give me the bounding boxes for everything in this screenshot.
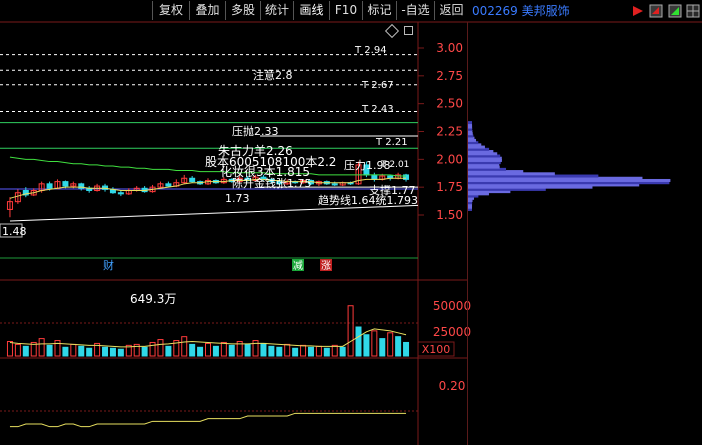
volume-bar [6, 341, 13, 357]
candle-body [117, 192, 124, 195]
volume-bar [292, 347, 299, 357]
volume-bar [300, 344, 307, 357]
indicator-tick-020: 0.20 [439, 379, 466, 393]
price-tick-label: 2.50 [436, 97, 463, 111]
volume-bar [315, 345, 322, 357]
volume-bar [102, 346, 109, 357]
volume-value-label: 649.3万 [130, 292, 176, 306]
candle-body [331, 183, 338, 186]
trend-line [9, 204, 419, 222]
label-chenyin: 陈升金钱张1.75 [232, 176, 312, 190]
volume-bar [86, 347, 93, 357]
volume-profile-bar [468, 121, 473, 125]
volume-bar [339, 346, 346, 357]
event-cai: 财 [103, 258, 114, 272]
volume-bar [403, 341, 410, 357]
volume-bar [363, 334, 370, 357]
label-t243: T 2.43 [361, 104, 394, 115]
volume-bar [157, 339, 164, 357]
volume-bar [260, 342, 267, 357]
volume-bar [395, 336, 402, 357]
price-tick-label: 2.25 [436, 125, 463, 139]
volume-ma-line [9, 328, 407, 348]
event-zhang: 涨 [321, 260, 331, 272]
volume-unit-label: X100 [422, 343, 451, 356]
chart-canvas: 3.00 2.75 2.50 2.25 2.00 1.75 1.50 50000 25000… [0, 21, 702, 445]
volume-bar [109, 347, 116, 357]
volume-bar [379, 338, 386, 357]
volume-bar [205, 342, 211, 357]
volume-bar [228, 344, 235, 357]
volume-bar [46, 344, 53, 357]
volume-bar [54, 340, 61, 357]
volume-bar [38, 338, 45, 357]
label-yaji-233: 压抛2.33 [232, 124, 279, 138]
volume-tick-50000: 50000 [433, 299, 471, 313]
label-t221: T 2.21 [375, 137, 408, 148]
volume-profile [468, 121, 671, 211]
volume-bar [252, 340, 259, 357]
volume-bar [331, 344, 338, 357]
volume-bar [323, 347, 330, 357]
volume-bar [307, 346, 314, 357]
volume-bars [6, 305, 410, 357]
volume-bar [220, 341, 227, 357]
volume-bar [284, 343, 291, 357]
price-tick-label: 2.75 [436, 69, 463, 83]
volume-bar [181, 336, 188, 357]
volume-bar [189, 343, 196, 357]
volume-bar [197, 346, 204, 357]
side-panel-divider [467, 22, 468, 445]
indicator-line [9, 412, 407, 428]
stock-chart-window: 复权 叠加 多股 统计 画线 F10 标记 -自选 返回 002269 美邦服饰… [0, 0, 702, 445]
indicator-series-line [9, 412, 407, 428]
label-t267: T 2.67 [361, 80, 394, 91]
volume-bar [244, 343, 251, 357]
volume-bar [78, 345, 85, 357]
price-tick-label: 1.75 [436, 180, 463, 194]
candle-body [371, 174, 378, 180]
volume-bar [276, 346, 283, 357]
label-notice-28: 注意2.8 [253, 68, 293, 82]
price-tick-label: 2.00 [436, 152, 463, 166]
label-t294: T 2.94 [354, 45, 387, 56]
volume-bar [268, 345, 275, 357]
label-low-148: 1.48 [2, 225, 27, 238]
candle-body [46, 183, 53, 189]
candle-body [62, 181, 69, 187]
volume-bar [70, 343, 77, 357]
volume-bar [165, 345, 172, 357]
volume-bar [212, 345, 219, 357]
candle-body [165, 183, 172, 187]
volume-bar [141, 346, 148, 357]
volume-bar [355, 326, 362, 357]
volume-bar [62, 346, 69, 357]
volume-bar [149, 341, 156, 357]
volume-bar [371, 330, 378, 357]
volume-bar [387, 332, 394, 357]
price-axis: 3.00 2.75 2.50 2.25 2.00 1.75 1.50 [418, 41, 463, 222]
label-trend: 趋势线1.64统1.793 [318, 193, 418, 207]
candle-body [189, 177, 196, 183]
volume-bar [117, 348, 124, 357]
volume-bar [347, 305, 354, 357]
volume-bar [22, 345, 29, 357]
volume-bar [14, 343, 21, 357]
volume-tick-25000: 25000 [433, 325, 471, 339]
event-jian: 减 [293, 260, 303, 272]
label-low-173: 1.73 [225, 192, 250, 205]
label-t201: T 2.01 [380, 160, 409, 170]
price-tick-label: 3.00 [436, 41, 463, 55]
price-tick-label: 1.50 [436, 208, 463, 222]
